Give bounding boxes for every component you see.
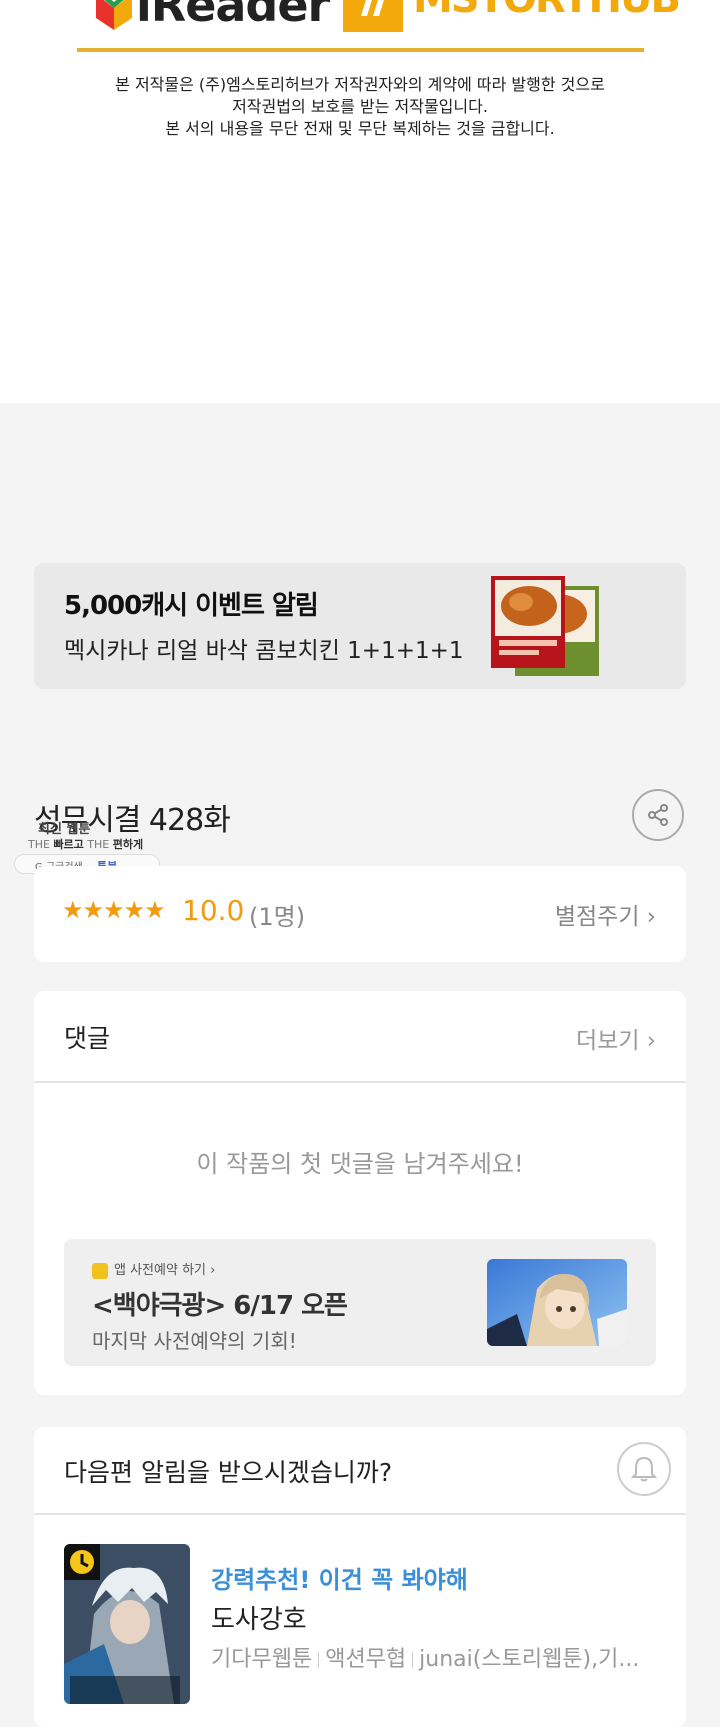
copyright-line: 본 서의 내용을 무단 전재 및 무단 복제하는 것을 금합니다. (165, 119, 555, 138)
header-divider (77, 48, 644, 52)
recommend-meta: 기다무웹툰 액션무협 junai(스토리웹툰),기... (211, 1641, 651, 1673)
copyright-line: 저작권법의 보호를 받는 저작물입니다. (232, 97, 488, 116)
divider (34, 1081, 686, 1083)
comments-empty-message[interactable]: 이 작품의 첫 댓글을 남겨주세요! (34, 1144, 686, 1179)
watermark-slogan-part: THE (83, 838, 113, 851)
rating-stars-icon: ★★★★★ (62, 896, 166, 924)
ireader-logo-icon (96, 0, 132, 30)
ad-title: <백야극광> 6/17 오픈 (92, 1291, 348, 1321)
meta-item: junai(스토리웹툰),기... (419, 1647, 640, 1672)
watermark-slogan-part: THE (28, 838, 54, 851)
ireader-logo-text: iReader (136, 0, 330, 32)
recommend-tag[interactable]: 강력추천! 이건 꼭 봐야해 (211, 1560, 468, 1595)
ad-tag: 앱 사전예약 하기 › (92, 1259, 215, 1279)
rating-score: 10.0 (182, 894, 245, 927)
separator (318, 1652, 320, 1668)
watermark-line: 최신 웹툰 (38, 822, 91, 837)
chicken-promo-image (491, 576, 599, 676)
divider (34, 1513, 686, 1515)
comments-heading: 댓글 (64, 1024, 111, 1053)
event-banner-subtitle: 멕시카나 리얼 바삭 콤보치킨 1+1+1+1 (64, 638, 464, 664)
share-button[interactable] (632, 789, 684, 841)
bell-icon (630, 1456, 658, 1482)
comments-card: 댓글 더보기 › 이 작품의 첫 댓글을 남겨주세요! 앱 사전예약 하기 › … (34, 991, 686, 1395)
copyright-notice: 본 저작물은 (주)엠스토리허브가 저작권자와의 계약에 따라 발행한 것으로 … (60, 74, 660, 140)
meta-item: 액션무협 (325, 1647, 407, 1672)
rating-card: ★★★★★ 10.0 (1명) 별점주기 › (34, 866, 686, 962)
next-episode-heading: 다음편 알림을 받으시겠습니까? (64, 1458, 393, 1487)
mstory-logo-icon (343, 0, 403, 32)
top-section: iReader MSTORYHUB 본 저작물은 (주)엠스토리허브가 저작권자… (0, 0, 720, 403)
ad-subtitle: 마지막 사전예약의 기회! (92, 1329, 297, 1353)
next-episode-card: 다음편 알림을 받으시겠습니까? 강력추천! 이건 꼭 봐야해 도사강호 기다무… (34, 1427, 686, 1727)
share-icon (648, 804, 668, 826)
separator (412, 1652, 414, 1668)
rate-button[interactable]: 별점주기 › (555, 897, 656, 931)
notify-button[interactable] (617, 1442, 671, 1496)
meta-item: 기다무웹툰 (211, 1647, 313, 1672)
recommend-title[interactable]: 도사강호 (211, 1599, 307, 1636)
ad-tag-label: 앱 사전예약 하기 › (114, 1263, 216, 1278)
copyright-line: 본 저작물은 (주)엠스토리허브가 저작권자와의 계약에 따라 발행한 것으로 (115, 75, 605, 94)
game-app-icon (92, 1262, 108, 1279)
publisher-logos: iReader MSTORYHUB (0, 0, 720, 40)
game-character-image (487, 1259, 627, 1346)
event-banner[interactable]: 5,000캐시 이벤트 알림 멕시카나 리얼 바삭 콤보치킨 1+1+1+1 (34, 563, 686, 689)
comments-more-button[interactable]: 더보기 › (576, 1021, 656, 1055)
event-banner-title: 5,000캐시 이벤트 알림 (64, 591, 319, 621)
app-preorder-ad[interactable]: 앱 사전예약 하기 › <백야극광> 6/17 오픈 마지막 사전예약의 기회! (64, 1239, 656, 1366)
rating-count: (1명) (249, 903, 306, 931)
watermark-slogan-part: 편하게 (112, 838, 144, 851)
mstory-logo-text: MSTORYHUB (413, 0, 681, 22)
recommend-thumbnail[interactable] (64, 1544, 190, 1704)
watermark-slogan-part: 빠르고 (53, 838, 84, 851)
watermark-slogan: THE 빠르고 THE 편하게 (28, 836, 143, 852)
